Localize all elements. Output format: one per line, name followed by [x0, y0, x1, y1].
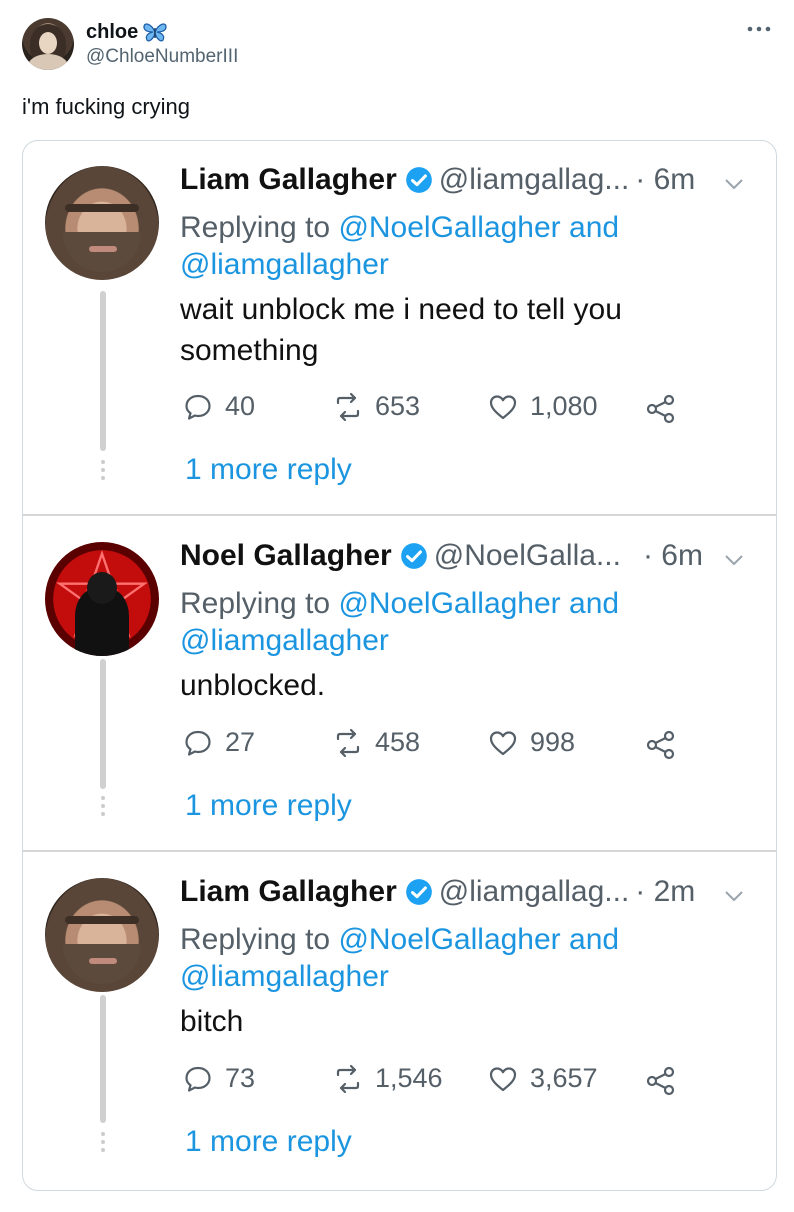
reply-action: 73 [183, 1063, 255, 1094]
more-reply-link: 1 more reply [185, 1125, 352, 1158]
author-block: chloe @ChloeNumberIII [86, 21, 238, 68]
replying-to: Replying to @NoelGallagher and @liamgall… [180, 587, 620, 657]
retweet-action: 458 [333, 727, 420, 758]
action-bar: 40 653 1,080 [183, 391, 723, 425]
divider [23, 514, 776, 516]
verified-icon [405, 167, 432, 193]
reply-author-handle: @liamgallag... [438, 875, 630, 908]
reply-timestamp: · 2m [635, 875, 696, 908]
more-options-icon[interactable] [746, 24, 772, 34]
thread-dots [101, 796, 105, 816]
retweet-icon [336, 728, 360, 757]
comment-icon [185, 1066, 211, 1092]
heart-icon [489, 394, 517, 419]
retweet-icon [336, 392, 360, 421]
reply-author-handle: @NoelGalla... [433, 539, 621, 572]
reply-header: Noel Gallagher @NoelGalla... · 6m [180, 539, 703, 573]
reply-body: unblocked. [180, 669, 326, 702]
like-count: 998 [530, 727, 576, 757]
divider [23, 850, 776, 852]
retweet-count: 653 [375, 391, 421, 421]
mention-link: @liamgallagher [180, 960, 389, 993]
verified-icon [405, 879, 432, 905]
reply-action: 40 [183, 391, 255, 422]
reply-count: 27 [225, 727, 256, 757]
mention-link: @NoelGallagher [338, 211, 561, 244]
embedded-image[interactable]: Liam Gallagher @liamgallag... · 6m Reply… [22, 140, 777, 1191]
chevron-down-icon [725, 555, 743, 566]
like-action: 3,657 [488, 1063, 598, 1094]
reply-count: 73 [225, 1063, 256, 1093]
mention-link: @liamgallagher [180, 624, 389, 657]
mention-link: @liamgallagher [180, 248, 389, 281]
more-reply-link: 1 more reply [185, 453, 352, 486]
thread-dots [101, 1132, 105, 1152]
retweet-count: 458 [375, 727, 421, 757]
reply-body: wait unblock me i need to tell you somet… [180, 293, 622, 367]
comment-icon [185, 394, 211, 420]
share-icon [646, 1066, 675, 1096]
heart-icon [489, 1066, 517, 1091]
more-reply-link: 1 more reply [185, 789, 352, 822]
avatar [45, 542, 159, 656]
mention-link: @NoelGallagher [338, 587, 561, 620]
thread-line [100, 659, 106, 789]
replying-to: Replying to @NoelGallagher and @liamgall… [180, 923, 620, 993]
action-bar: 73 1,546 3,657 [183, 1063, 723, 1097]
reply-header: Liam Gallagher @liamgallag... · 2m [180, 875, 695, 909]
like-count: 1,080 [530, 391, 598, 421]
like-action: 1,080 [488, 391, 598, 422]
chevron-down-icon [725, 891, 743, 902]
avatar [45, 166, 159, 280]
verified-icon [400, 543, 427, 569]
like-count: 3,657 [530, 1063, 598, 1093]
reply-timestamp: · 6m [635, 163, 696, 196]
reply-author-name: Liam Gallagher [180, 163, 397, 196]
thread-line [100, 995, 106, 1123]
reply-author-name: Liam Gallagher [180, 875, 397, 908]
reply-count: 40 [225, 391, 256, 421]
action-bar: 27 458 998 [183, 727, 723, 761]
reply-author-handle: @liamgallag... [438, 163, 630, 196]
reply-body: bitch [180, 1005, 244, 1038]
heart-icon [489, 730, 517, 755]
reply-action: 27 [183, 727, 255, 758]
reply-header: Liam Gallagher @liamgallag... · 6m [180, 163, 695, 197]
share-icon [646, 394, 675, 424]
tweet-text: i'm fucking crying [22, 94, 191, 119]
retweet-action: 1,546 [333, 1063, 443, 1094]
chevron-down-icon [725, 179, 743, 190]
share-icon [646, 730, 675, 760]
comment-icon [185, 730, 211, 756]
author-name[interactable]: chloe [86, 21, 138, 44]
tweet-header: chloe @ChloeNumberIII [22, 18, 238, 70]
like-action: 998 [488, 727, 575, 758]
replying-to: Replying to @NoelGallagher and @liamgall… [180, 211, 620, 281]
retweet-icon [336, 1064, 360, 1093]
retweet-action: 653 [333, 391, 420, 422]
reply-timestamp: · 6m [642, 539, 703, 572]
thread-line [100, 291, 106, 451]
thread-dots [101, 460, 105, 480]
reply-author-name: Noel Gallagher [180, 539, 392, 572]
author-handle[interactable]: @ChloeNumberIII [86, 46, 238, 68]
avatar [45, 878, 159, 992]
mention-link: @NoelGallagher [338, 923, 561, 956]
retweet-count: 1,546 [375, 1063, 443, 1093]
avatar[interactable] [22, 18, 74, 70]
butterfly-icon [143, 23, 167, 42]
